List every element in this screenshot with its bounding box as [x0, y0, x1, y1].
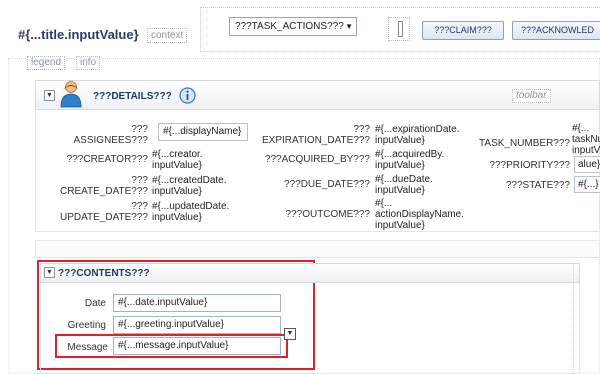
- assignees-label-line2: ASSIGNEES???: [73, 135, 148, 146]
- due-date-value-line2: inputValue}: [375, 185, 425, 196]
- task-actions-select[interactable]: ???TASK_ACTIONS??? ▼: [229, 17, 357, 36]
- info-placeholder: info: [76, 56, 101, 70]
- create-date-value-line2: inputValue}: [152, 186, 202, 197]
- priority-value: alue}: [574, 156, 600, 173]
- details-title: ???DETAILS???: [93, 91, 172, 102]
- assignees-value: #{...displayName}: [158, 123, 248, 141]
- outcome-value-line1: #{...: [375, 198, 393, 209]
- outcome-value-line3: inputValue}: [375, 220, 425, 231]
- create-date-value-line1: #{...createdDate.: [152, 175, 227, 186]
- right-dotted-column: [573, 263, 574, 374]
- outcome-label: ???OUTCOME???: [285, 209, 370, 220]
- create-date-label: ??? CREATE_DATE???: [55, 175, 148, 197]
- acquired-by-value-line2: inputValue}: [375, 160, 425, 171]
- expiration-date-label: ??? EXPIRATION_DATE???: [262, 124, 370, 146]
- page-title: #{...title.inputValue}: [18, 27, 139, 42]
- date-input[interactable]: #{...date.inputValue}: [113, 294, 281, 312]
- update-date-value-line1: #{...updatedDate.: [152, 201, 230, 212]
- greeting-input[interactable]: #{...greeting.inputValue}: [113, 316, 281, 334]
- context-placeholder: context: [147, 28, 188, 43]
- state-label: ???STATE???: [505, 180, 570, 191]
- create-date-value: #{...createdDate. inputValue}: [152, 175, 227, 197]
- separator-band: [35, 240, 600, 258]
- assignees-label: ??? ASSIGNEES???: [60, 124, 148, 146]
- chevron-down-icon: ▼: [345, 22, 353, 31]
- creator-label: ???CREATOR???: [66, 154, 148, 165]
- outcome-value: #{... actionDisplayName. inputValue}: [375, 198, 464, 231]
- due-date-value: #{...dueDate. inputValue}: [375, 174, 433, 196]
- message-label: Message: [67, 342, 108, 353]
- greeting-label: Greeting: [67, 320, 106, 331]
- task-number-value-line3: inputV: [572, 145, 600, 156]
- expiration-date-value-line1: #{...expirationDate.: [375, 124, 460, 135]
- update-date-label: ??? UPDATE_DATE???: [55, 201, 148, 223]
- toolbar-separator-frame: [388, 17, 410, 41]
- contents-collapse-toggle-icon[interactable]: ▼: [44, 267, 55, 278]
- task-actions-value: ???TASK_ACTIONS???: [235, 21, 344, 32]
- acquired-by-label: ???ACQUIRED_BY???: [264, 154, 370, 165]
- outcome-value-line2: actionDisplayName.: [375, 209, 464, 220]
- creator-value-line1: #{...creator.: [152, 149, 203, 160]
- expiration-date-label-line1: ???: [353, 124, 370, 135]
- due-date-label: ???DUE_DATE???: [284, 179, 370, 190]
- due-date-value-line1: #{...dueDate.: [375, 174, 433, 185]
- collapse-toggle-icon[interactable]: ▼: [44, 90, 55, 101]
- claim-button[interactable]: ???CLAIM???: [422, 21, 504, 40]
- create-date-label-line1: ???: [131, 175, 148, 186]
- task-number-label: TASK_NUMBER???: [479, 138, 570, 149]
- update-date-label-line1: ???: [131, 201, 148, 212]
- dropdown-icon[interactable]: ▼: [284, 328, 296, 340]
- task-number-value-line1: #{...: [572, 123, 590, 134]
- expiration-date-label-line2: EXPIRATION_DATE???: [262, 135, 370, 146]
- task-number-value: #{... taskNu inputV: [572, 123, 600, 156]
- update-date-value: #{...updatedDate. inputValue}: [152, 201, 229, 223]
- contents-title: ???CONTENTS???: [58, 268, 150, 279]
- priority-label: ???PRIORITY???: [489, 160, 570, 171]
- acquired-by-value-line1: #{...acquiredBy.: [375, 149, 445, 160]
- message-input[interactable]: #{...message.inputValue}: [113, 337, 281, 355]
- creator-value: #{...creator. inputValue}: [152, 149, 203, 171]
- expiration-date-value: #{...expirationDate. inputValue}: [375, 124, 460, 146]
- date-label: Date: [84, 298, 106, 309]
- creator-value-line2: inputValue}: [152, 160, 202, 171]
- user-icon: [60, 80, 82, 111]
- acquired-by-value: #{...acquiredBy. inputValue}: [375, 149, 444, 171]
- separator-bar: [398, 21, 403, 37]
- task-number-value-line2: taskNu: [572, 134, 600, 145]
- acknowledge-button[interactable]: ???ACKNOWLED: [512, 21, 600, 40]
- create-date-label-line2: CREATE_DATE???: [60, 186, 148, 197]
- toolbar-placeholder: toolbar: [512, 89, 551, 103]
- expiration-date-value-line2: inputValue}: [375, 135, 425, 146]
- update-date-value-line2: inputValue}: [152, 212, 202, 223]
- update-date-label-line2: UPDATE_DATE???: [60, 212, 148, 223]
- assignees-label-line1: ???: [131, 124, 148, 135]
- legend-placeholder: legend: [27, 56, 66, 70]
- info-icon[interactable]: [179, 87, 196, 107]
- state-value: #{...}: [574, 176, 600, 193]
